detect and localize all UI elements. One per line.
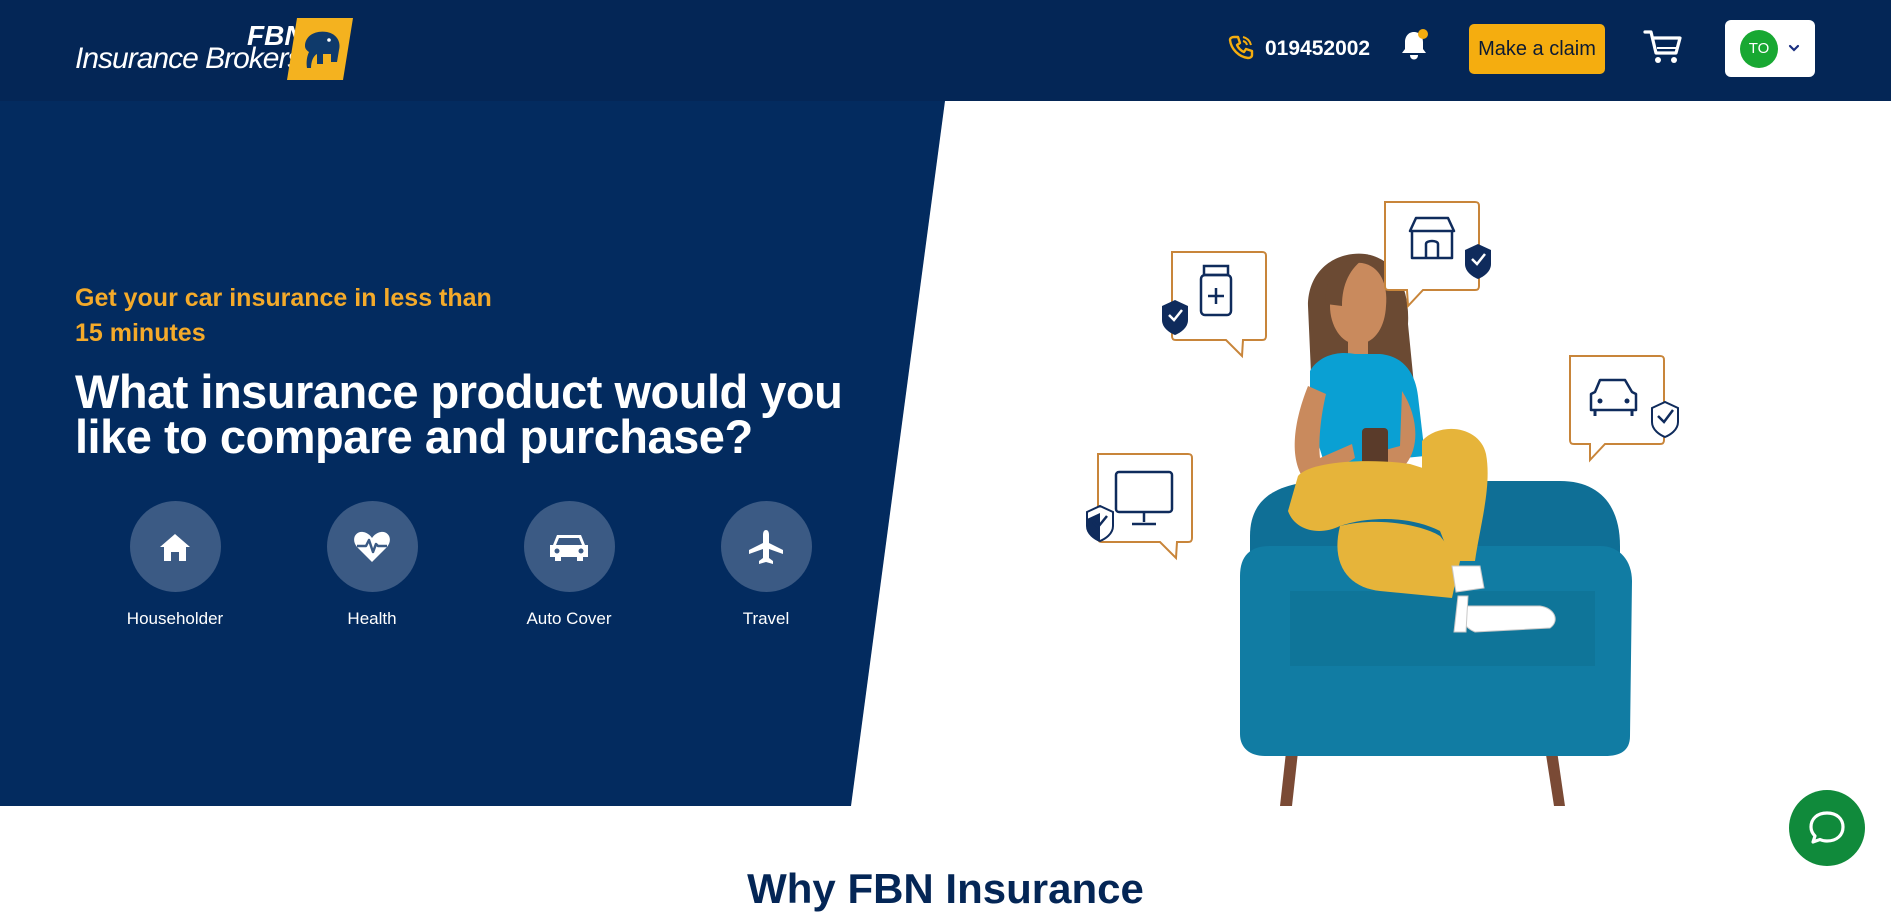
product-health[interactable]: Health — [292, 501, 452, 629]
fbn-logo[interactable]: FBN Insurance Brokers — [75, 18, 353, 82]
make-claim-button[interactable]: Make a claim — [1469, 24, 1605, 74]
health-bubble-icon — [1162, 251, 1267, 359]
hero-tagline: Get your car insurance in less than 15 m… — [75, 284, 492, 347]
chat-icon — [1809, 811, 1845, 844]
product-icon-circle — [326, 501, 418, 592]
product-householder[interactable]: Householder — [95, 501, 255, 629]
bell-icon[interactable] — [1399, 28, 1431, 62]
chevron-down-icon — [1788, 44, 1800, 52]
airplane-icon — [749, 529, 783, 564]
product-label: Householder — [126, 609, 224, 628]
home-bubble-icon — [1384, 201, 1491, 309]
elephant-logo-icon — [287, 18, 353, 80]
car-icon — [550, 534, 588, 561]
cart-icon[interactable] — [1643, 28, 1683, 66]
heart-pulse-icon — [354, 531, 390, 562]
chat-button[interactable] — [1789, 790, 1865, 866]
product-label: Health — [347, 609, 397, 628]
phone-icon — [1228, 35, 1254, 60]
logo-brand-text: Insurance Brokers — [75, 42, 302, 75]
account-menu[interactable]: TO — [1725, 20, 1815, 77]
product-icon-circle — [720, 501, 812, 592]
woman-on-chair-illustration — [1086, 201, 1679, 806]
product-label: Auto Cover — [526, 609, 612, 628]
product-icon-circle — [523, 501, 615, 592]
device-bubble-icon — [1086, 453, 1193, 561]
hero-headline: What insurance product would you like to… — [75, 365, 843, 463]
product-label: Travel — [742, 609, 790, 628]
why-fbn-section-title: Why FBN Insurance — [747, 865, 1144, 912]
product-auto-cover[interactable]: Auto Cover — [489, 501, 649, 629]
car-bubble-icon — [1569, 355, 1679, 463]
home-icon — [160, 533, 190, 561]
phone-number[interactable]: 019452002 — [1265, 36, 1370, 62]
site-header: FBN Insurance Brokers 019452002 Make a c… — [0, 0, 1891, 101]
avatar: TO — [1740, 30, 1778, 68]
product-icon-circle — [129, 501, 221, 592]
hero-section: Get your car insurance in less than 15 m… — [0, 101, 1891, 806]
product-travel[interactable]: Travel — [686, 501, 846, 629]
